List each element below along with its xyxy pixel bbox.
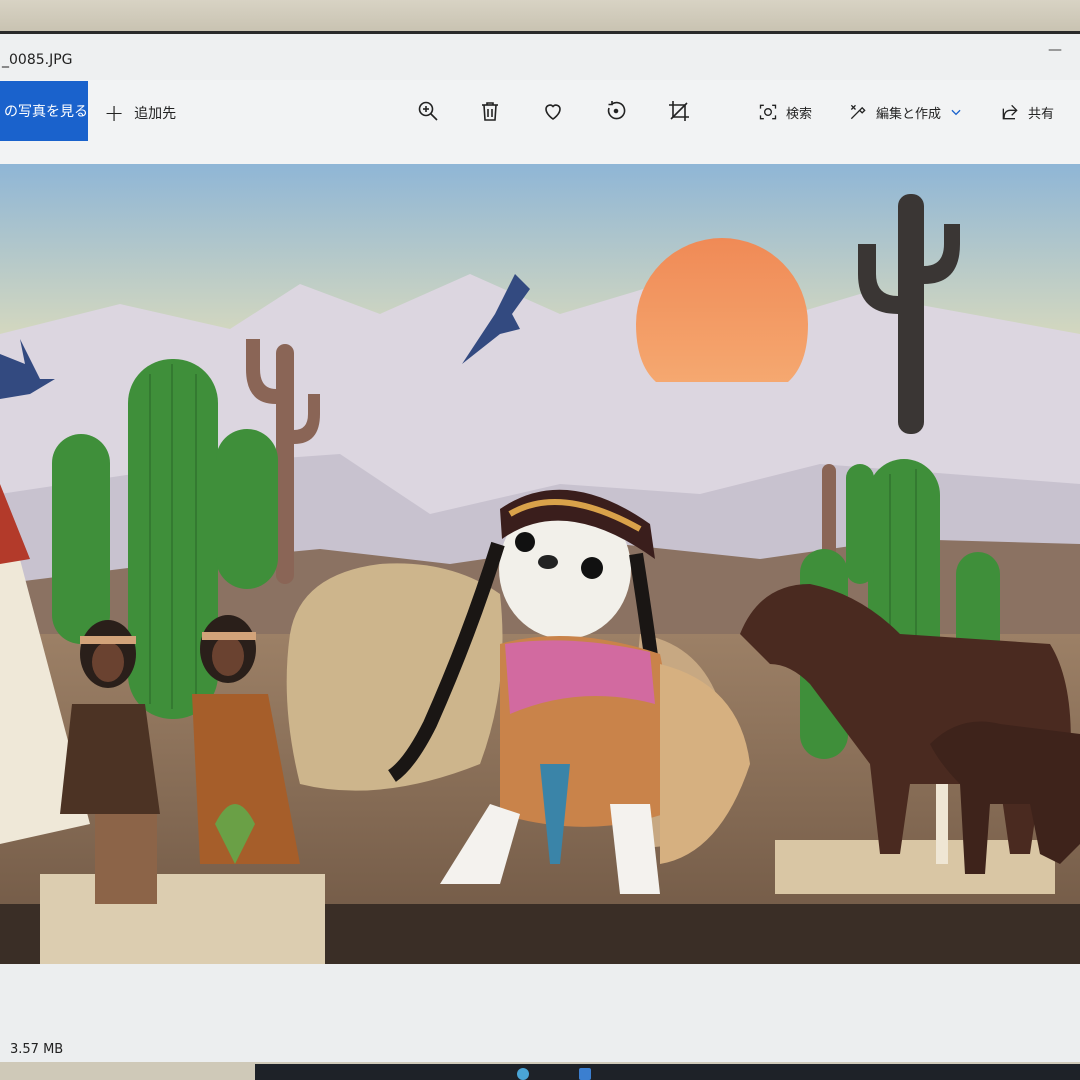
photos-app-window: _0085.JPG — の写真を見る + 追加先 検索 編集と作成 共有 3.5… (0, 34, 1080, 1062)
rotate-icon[interactable] (602, 97, 630, 125)
title-bar: _0085.JPG — (0, 34, 1080, 80)
view-photos-button[interactable]: の写真を見る (0, 81, 88, 141)
share-icon (1002, 104, 1018, 120)
status-bar: 3.57 MB (0, 964, 1080, 1062)
zoom-in-icon[interactable] (414, 97, 442, 125)
minimize-button[interactable]: — (1048, 42, 1062, 58)
taskbar-strip (255, 1064, 1080, 1080)
visual-search-icon (759, 104, 777, 120)
share-label: 共有 (1028, 106, 1055, 122)
monitor-bezel (0, 0, 1080, 34)
photo-viewer[interactable] (0, 164, 1080, 964)
taskbar-app-icon[interactable] (517, 1068, 529, 1080)
search-label: 検索 (786, 106, 813, 122)
window-title: _0085.JPG (2, 52, 73, 68)
file-size-label: 3.57 MB (10, 1042, 64, 1057)
taskbar (0, 1062, 1080, 1080)
edit-create-button[interactable]: 編集と作成 (848, 100, 963, 124)
add-to-button[interactable]: + 追加先 (104, 99, 177, 127)
taskbar-app-icon[interactable] (579, 1068, 591, 1080)
edit-create-label: 編集と作成 (876, 106, 942, 122)
delete-icon[interactable] (476, 97, 504, 125)
displayed-photo (0, 164, 1080, 964)
chevron-down-icon (951, 109, 961, 116)
toolbar: の写真を見る + 追加先 検索 編集と作成 共有 (0, 80, 1080, 164)
edit-icon (850, 104, 866, 120)
crop-icon[interactable] (665, 97, 693, 125)
plus-icon: + (104, 99, 125, 127)
share-button[interactable]: 共有 (1000, 100, 1054, 124)
view-photos-label: の写真を見る (4, 104, 88, 120)
heart-icon[interactable] (539, 97, 567, 125)
search-button[interactable]: 検索 (758, 100, 812, 124)
add-to-label: 追加先 (134, 106, 177, 122)
